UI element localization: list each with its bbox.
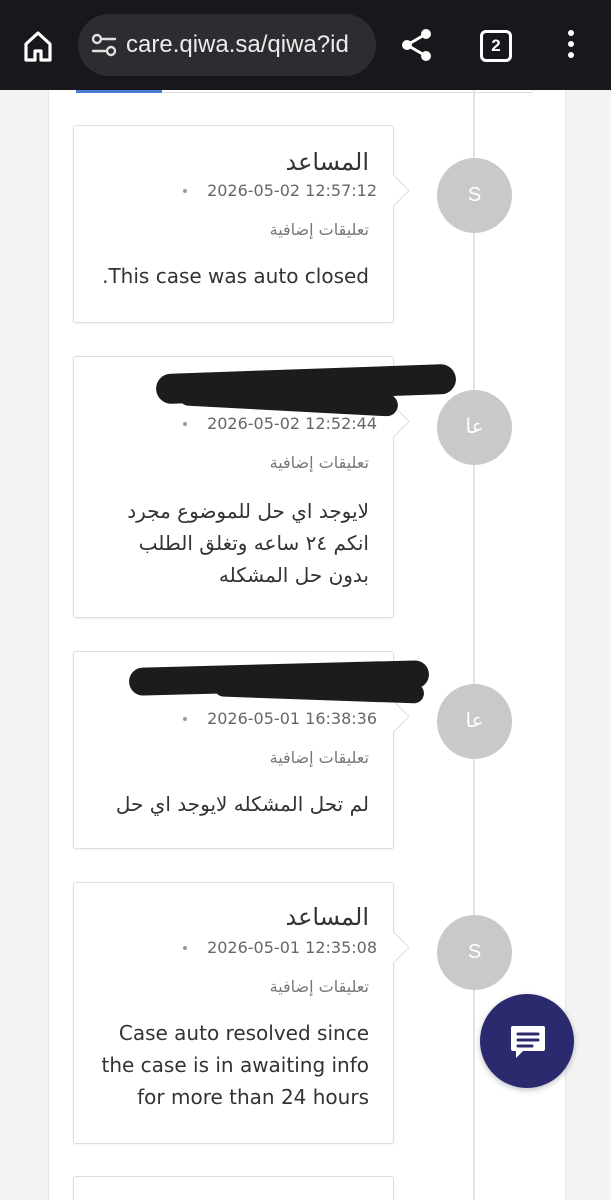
comment-timestamp: 2026-05-02 12:52:44 [207, 414, 377, 433]
timeline-line [473, 90, 475, 1200]
timeline-card: 2026-05-01 16:38:36 تعليقات إضافية لم تح… [73, 651, 430, 849]
comment-type: تعليقات إضافية [269, 748, 369, 767]
avatar: S [437, 158, 512, 233]
tune-icon[interactable] [90, 32, 118, 58]
timeline-card: المساعد 2026-05-01 12:35:08 تعليقات إضاف… [73, 882, 410, 1144]
chat-bubble-icon[interactable] [480, 994, 574, 1088]
comment-author: المساعد [285, 903, 370, 931]
avatar: عا [437, 684, 512, 759]
comment-type: تعليقات إضافية [269, 977, 369, 996]
bullet-dot [183, 945, 188, 950]
bullet-dot [183, 716, 188, 721]
comment-timestamp-row: 2026-05-02 12:52:44 [183, 413, 377, 435]
case-page: المساعد 2026-05-02 12:57:12 تعليقات إضاف… [0, 90, 611, 1200]
timeline-card: المساعد 2026-05-02 12:57:12 تعليقات إضاف… [73, 125, 410, 323]
comment-timestamp: 2026-05-01 12:35:08 [207, 938, 377, 957]
comment-timestamp: 2026-05-02 12:57:12 [207, 181, 377, 200]
comment-body: .This case was auto closed [102, 264, 369, 288]
timeline-card: 2026-05-02 12:52:44 تعليقات إضافية لايوج… [73, 356, 457, 618]
comment-timestamp-row: 2026-05-01 12:35:08 [183, 937, 377, 959]
comment-author: المساعد [285, 148, 370, 176]
browser-toolbar: care.qiwa.sa/qiwa?id 2 [0, 0, 611, 90]
address-bar[interactable]: care.qiwa.sa/qiwa?id [78, 14, 376, 76]
comment-timestamp-row: 2026-05-01 16:38:36 [183, 708, 377, 730]
share-icon[interactable] [398, 26, 436, 64]
home-icon[interactable] [18, 26, 58, 66]
previous-section-edge [76, 90, 536, 93]
bullet-dot [183, 188, 188, 193]
more-vert-icon[interactable] [560, 30, 582, 62]
comment-body: Case auto resolved since the case is in … [101, 1021, 370, 1109]
avatar: عا [437, 390, 512, 465]
comment-body: لايوجد اي حل للموضوع مجرد انكم ٢٤ ساعه و… [127, 499, 369, 587]
comment-type: تعليقات إضافية [269, 220, 369, 239]
comment-type: تعليقات إضافية [269, 453, 369, 472]
avatar: S [437, 915, 512, 990]
tab-switcher-icon[interactable]: 2 [480, 30, 512, 62]
comment-timestamp: 2026-05-01 16:38:36 [207, 709, 377, 728]
bullet-dot [183, 421, 188, 426]
comment-timestamp-row: 2026-05-02 12:57:12 [183, 180, 377, 202]
timeline-card [73, 1176, 394, 1200]
url-text[interactable]: care.qiwa.sa/qiwa?id [126, 32, 366, 58]
comment-body: لم تحل المشكله لايوجد اي حل [115, 792, 369, 816]
active-tab-underline [76, 90, 162, 93]
